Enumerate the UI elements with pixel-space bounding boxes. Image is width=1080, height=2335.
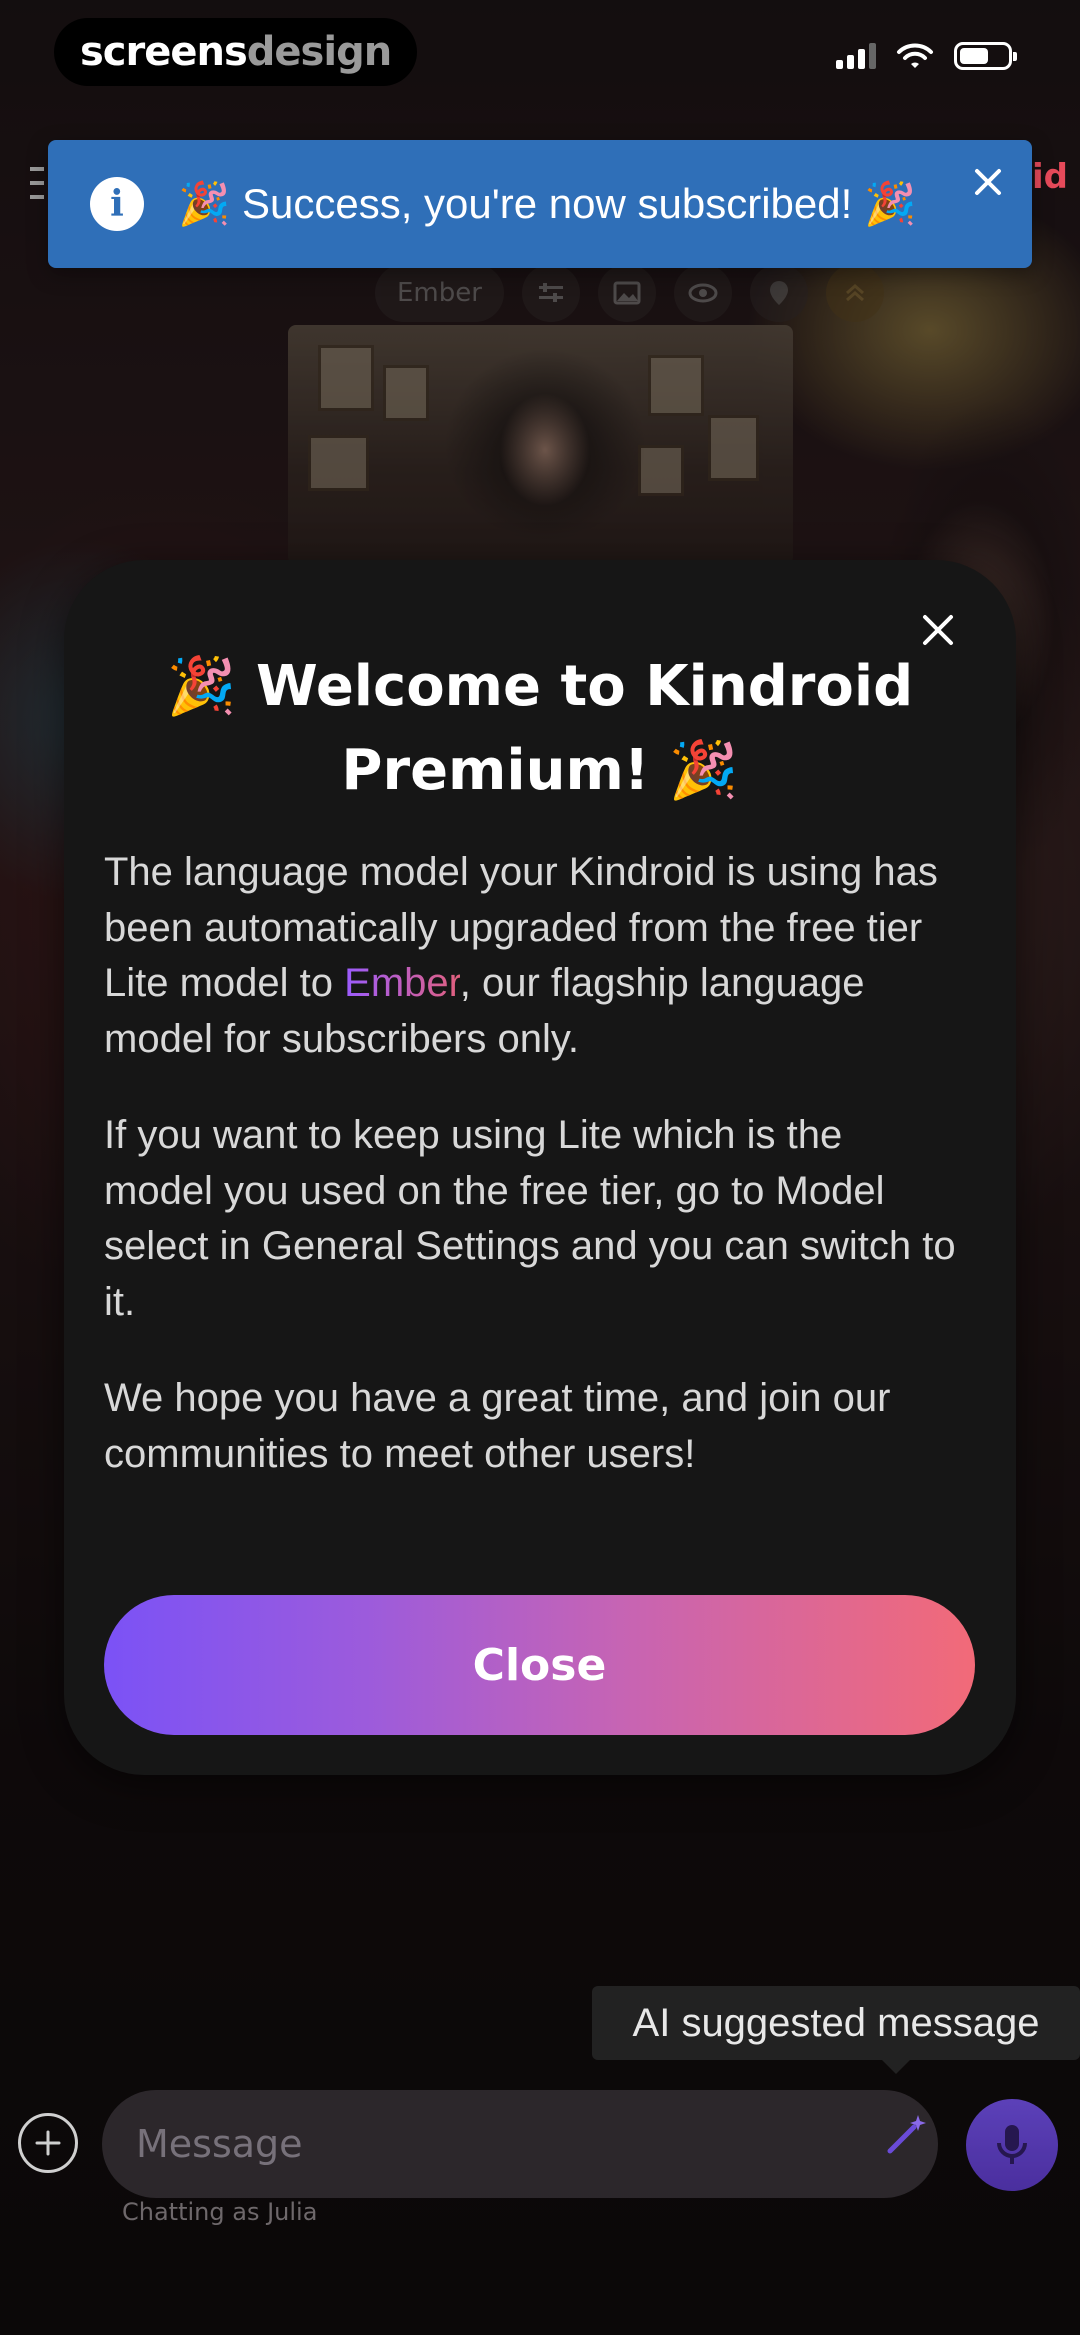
microphone-icon <box>997 2125 1027 2164</box>
info-icon: i <box>90 177 144 231</box>
ember-model-name: Ember <box>344 961 460 1005</box>
close-button[interactable]: Close <box>104 1595 975 1735</box>
wifi-icon <box>897 43 933 68</box>
ai-suggested-tooltip: AI suggested message <box>592 1986 1080 2074</box>
toast-close-icon[interactable] <box>966 160 1010 204</box>
logo-part-design: design <box>246 29 392 75</box>
message-input[interactable] <box>102 2090 938 2198</box>
magic-wand-icon[interactable] <box>878 2105 934 2161</box>
dialog-title-line2: Premium! 🎉 <box>341 738 739 803</box>
welcome-premium-dialog: 🎉 Welcome to Kindroid Premium! 🎉 The lan… <box>64 560 1016 1775</box>
success-toast: i 🎉 Success, you're now subscribed! 🎉 <box>48 140 1032 268</box>
dialog-body: The language model your Kindroid is usin… <box>104 845 956 1523</box>
paragraph-community: We hope you have a great time, and join … <box>104 1376 891 1476</box>
paragraph-lite: If you want to keep using Lite which is … <box>104 1113 956 1324</box>
add-attachment-button[interactable] <box>18 2113 78 2173</box>
battery-icon <box>954 42 1017 70</box>
kin-name-partial: id <box>1032 157 1068 197</box>
status-icons <box>836 42 1017 70</box>
paragraph-upgrade: The language model your Kindroid is usin… <box>104 845 956 1067</box>
chatting-as-label: Chatting as Julia <box>122 2198 318 2226</box>
dialog-title-line1: 🎉 Welcome to Kindroid <box>166 654 914 719</box>
status-bar: screens design <box>0 0 1080 110</box>
dialog-title: 🎉 Welcome to Kindroid Premium! 🎉 <box>124 645 956 813</box>
logo-part-screens: screens <box>80 29 248 75</box>
microphone-button[interactable] <box>966 2099 1058 2191</box>
toast-message: 🎉 Success, you're now subscribed! 🎉 <box>178 179 917 227</box>
cellular-signal-icon <box>836 43 876 69</box>
menu-icon[interactable] <box>30 163 44 207</box>
screensdesign-logo: screens design <box>54 18 418 86</box>
